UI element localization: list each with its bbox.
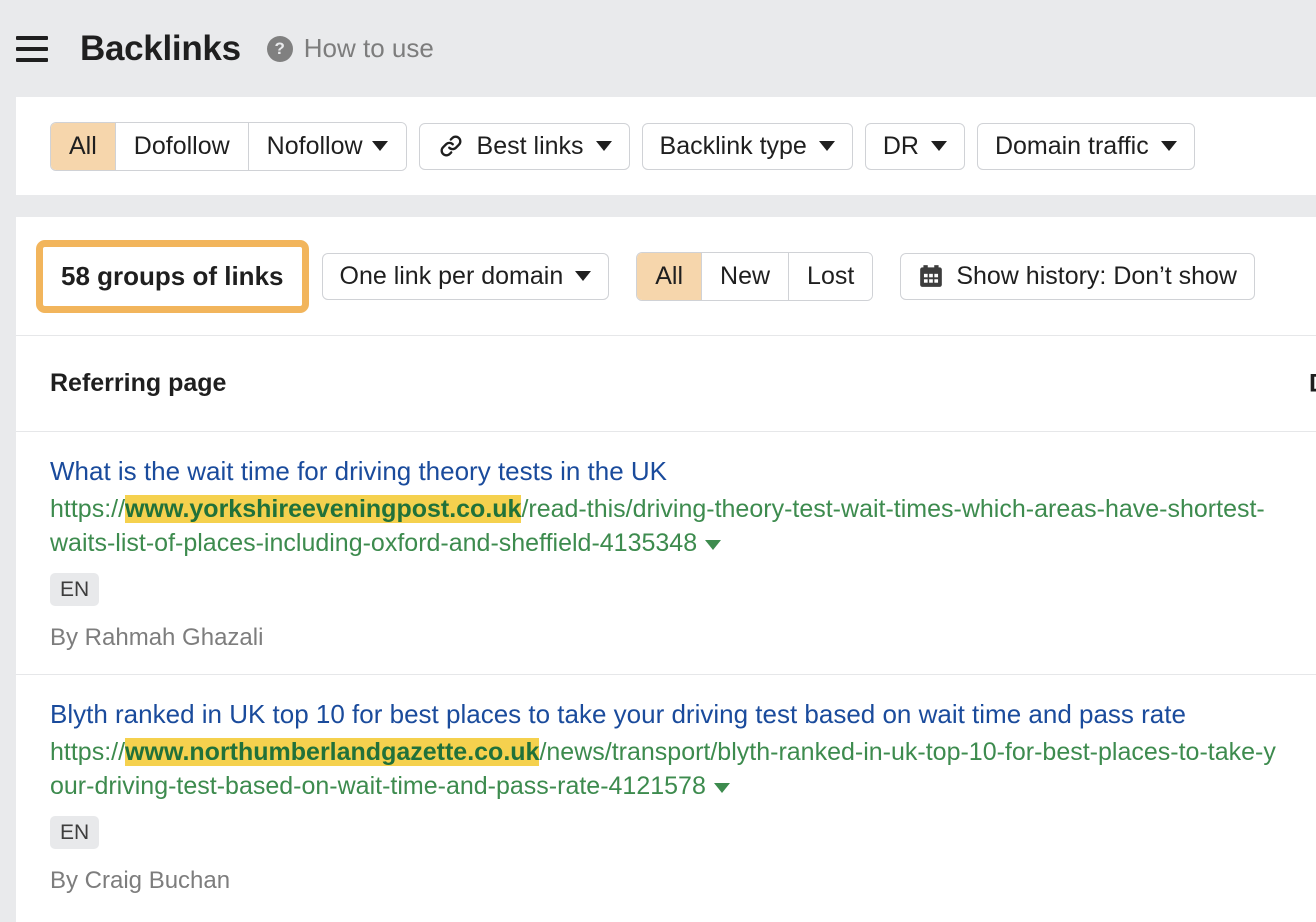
page-title: Backlinks — [80, 29, 241, 69]
question-mark-icon: ? — [267, 36, 293, 62]
url-domain: yorkshireeveningpost.co.uk — [189, 495, 521, 523]
chevron-down-icon — [931, 141, 947, 151]
filter-tab-nofollow-label: Nofollow — [267, 132, 363, 161]
chevron-down-icon — [1161, 141, 1177, 151]
status-tab-lost-label: Lost — [807, 262, 854, 291]
grouping-button[interactable]: One link per domain — [322, 253, 610, 300]
language-badge: EN — [50, 573, 99, 606]
filter-tab-nofollow[interactable]: Nofollow — [249, 123, 406, 170]
table-header-row: Referring page D — [16, 335, 1316, 432]
column-header-clipped[interactable]: D — [1309, 369, 1316, 398]
chevron-down-icon — [575, 271, 591, 281]
follow-type-segmented-control: All Dofollow Nofollow — [50, 122, 407, 171]
filter-bar: All Dofollow Nofollow Best links — [16, 97, 1316, 195]
column-header-referring-page[interactable]: Referring page — [50, 369, 226, 398]
page-header: Backlinks ? How to use — [0, 0, 1316, 97]
chevron-down-icon[interactable] — [705, 540, 721, 550]
calendar-icon — [918, 263, 944, 289]
grouping-label: One link per domain — [340, 262, 564, 291]
url-host-highlight: www.yorkshireeveningpost.co.uk — [125, 495, 521, 523]
backlinks-page: Backlinks ? How to use All Dofollow Nofo… — [0, 0, 1316, 922]
referring-page-author: By Craig Buchan — [50, 867, 1316, 895]
status-segmented-control: All New Lost — [636, 252, 873, 301]
status-tab-new[interactable]: New — [702, 253, 789, 300]
groups-count-badge[interactable]: 58 groups of links — [36, 240, 309, 313]
results-panel: 58 groups of links One link per domain A… — [16, 217, 1316, 922]
dr-filter-button[interactable]: DR — [865, 123, 965, 170]
status-tab-new-label: New — [720, 262, 770, 291]
status-tab-all[interactable]: All — [637, 253, 702, 300]
backlink-type-button[interactable]: Backlink type — [642, 123, 853, 170]
how-to-use-link[interactable]: ? How to use — [267, 33, 434, 64]
table-row: What is the wait time for driving theory… — [16, 432, 1316, 675]
how-to-use-label: How to use — [304, 33, 434, 64]
url-www: www. — [125, 495, 189, 523]
filter-tab-all-label: All — [69, 132, 97, 161]
chevron-down-icon — [596, 141, 612, 151]
filters-panel: All Dofollow Nofollow Best links — [16, 97, 1316, 195]
results-toolbar: 58 groups of links One link per domain A… — [16, 217, 1316, 335]
language-badge: EN — [50, 816, 99, 849]
best-links-label: Best links — [477, 132, 584, 161]
chevron-down-icon — [819, 141, 835, 151]
best-links-button[interactable]: Best links — [419, 123, 630, 170]
chain-link-icon — [437, 132, 465, 160]
dr-filter-label: DR — [883, 132, 919, 161]
hamburger-menu-icon[interactable] — [16, 36, 48, 62]
url-www: www. — [125, 738, 189, 766]
filter-tab-all[interactable]: All — [51, 123, 116, 170]
filter-tab-dofollow-label: Dofollow — [134, 132, 230, 161]
chevron-down-icon[interactable] — [714, 783, 730, 793]
referring-page-title[interactable]: Blyth ranked in UK top 10 for best place… — [50, 697, 1316, 733]
url-host-highlight: www.northumberlandgazette.co.uk — [125, 738, 539, 766]
url-scheme: https:// — [50, 495, 125, 523]
status-tab-all-label: All — [655, 262, 683, 291]
referring-page-url[interactable]: https://www.yorkshireeveningpost.co.uk/r… — [50, 492, 1316, 561]
status-tab-lost[interactable]: Lost — [789, 253, 872, 300]
filter-tab-dofollow[interactable]: Dofollow — [116, 123, 249, 170]
chevron-down-icon — [372, 141, 388, 151]
url-scheme: https:// — [50, 738, 125, 766]
domain-traffic-label: Domain traffic — [995, 132, 1149, 161]
referring-page-author: By Rahmah Ghazali — [50, 624, 1316, 652]
referring-page-title[interactable]: What is the wait time for driving theory… — [50, 454, 1316, 490]
referring-page-url[interactable]: https://www.northumberlandgazette.co.uk/… — [50, 735, 1316, 804]
backlink-type-label: Backlink type — [660, 132, 807, 161]
domain-traffic-button[interactable]: Domain traffic — [977, 123, 1195, 170]
table-row: Blyth ranked in UK top 10 for best place… — [16, 675, 1316, 917]
show-history-label: Show history: Don’t show — [956, 262, 1237, 291]
url-domain: northumberlandgazette.co.uk — [189, 738, 539, 766]
show-history-button[interactable]: Show history: Don’t show — [900, 253, 1255, 300]
